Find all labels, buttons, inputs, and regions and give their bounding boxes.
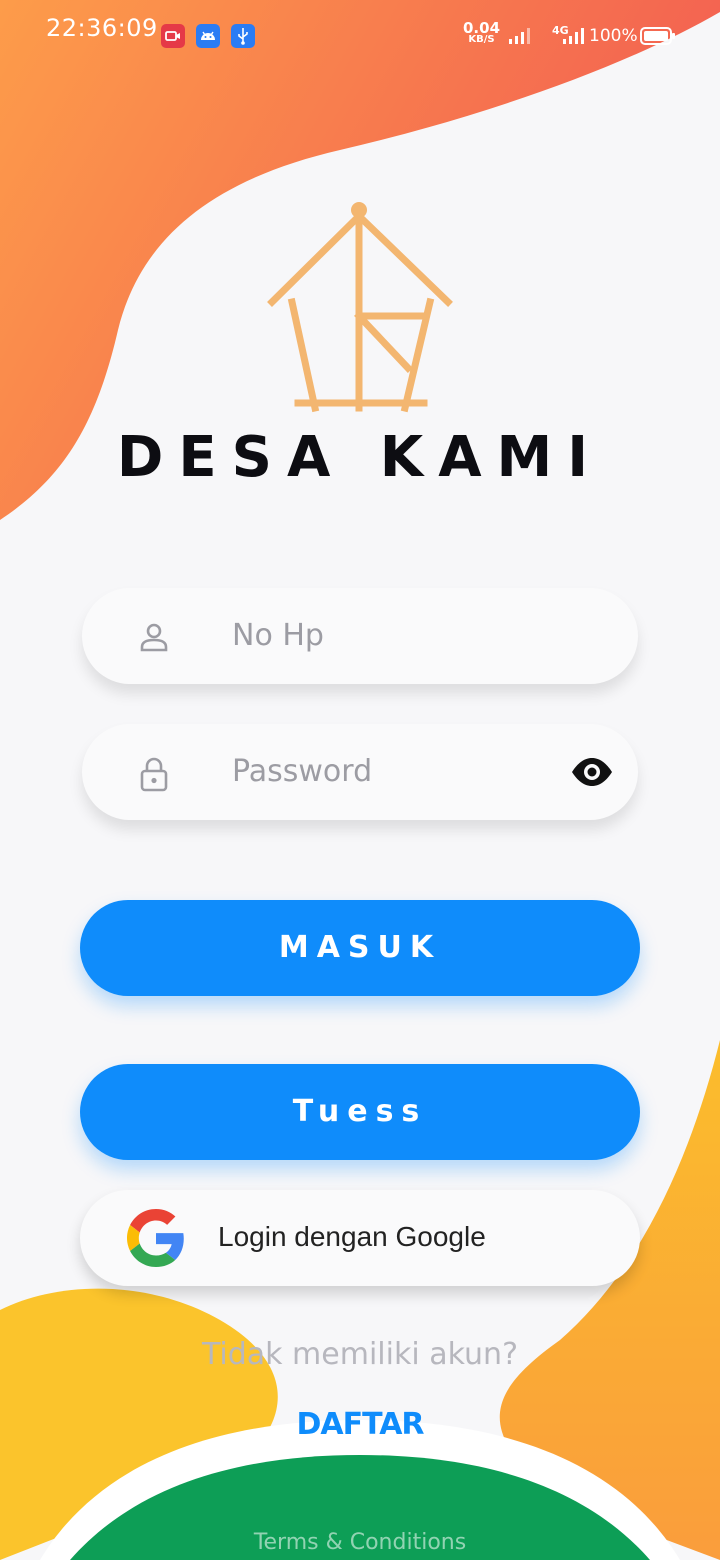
phone-field[interactable]: No Hp	[82, 588, 638, 684]
battery-icon	[640, 27, 675, 45]
brand-title: DESA KAMI	[116, 425, 604, 490]
usb-icon	[231, 24, 255, 48]
register-link[interactable]: DAFTAR	[0, 1407, 720, 1442]
network-speed: 0.04 KB/S	[463, 21, 500, 46]
android-icon	[196, 24, 220, 48]
show-password-eye-icon[interactable]	[570, 757, 614, 787]
status-bar: 22:36:09 0.04 KB/S 4G 100%	[0, 0, 720, 56]
lock-icon	[140, 757, 168, 792]
signal-4g-icon	[563, 28, 584, 44]
screen-record-icon	[161, 24, 185, 48]
phone-input[interactable]: No Hp	[232, 618, 324, 653]
login-button[interactable]: MASUK	[80, 900, 640, 996]
status-time: 22:36:09	[46, 14, 158, 42]
battery-percent: 100%	[589, 26, 638, 46]
network-speed-unit: KB/S	[468, 34, 495, 45]
signal-icon	[509, 28, 530, 44]
google-icon	[127, 1209, 184, 1267]
google-login-label: Login dengan Google	[218, 1221, 486, 1252]
password-field[interactable]: Password	[82, 724, 638, 820]
google-login-button[interactable]: Login dengan Google	[80, 1190, 640, 1286]
tuess-button[interactable]: Tuess	[80, 1064, 640, 1160]
house-logo-icon	[267, 202, 453, 413]
terms-link[interactable]: Terms & Conditions	[0, 1530, 720, 1555]
password-input[interactable]: Password	[232, 754, 372, 789]
no-account-text: Tidak memiliki akun?	[201, 1337, 518, 1372]
user-icon	[140, 623, 168, 652]
